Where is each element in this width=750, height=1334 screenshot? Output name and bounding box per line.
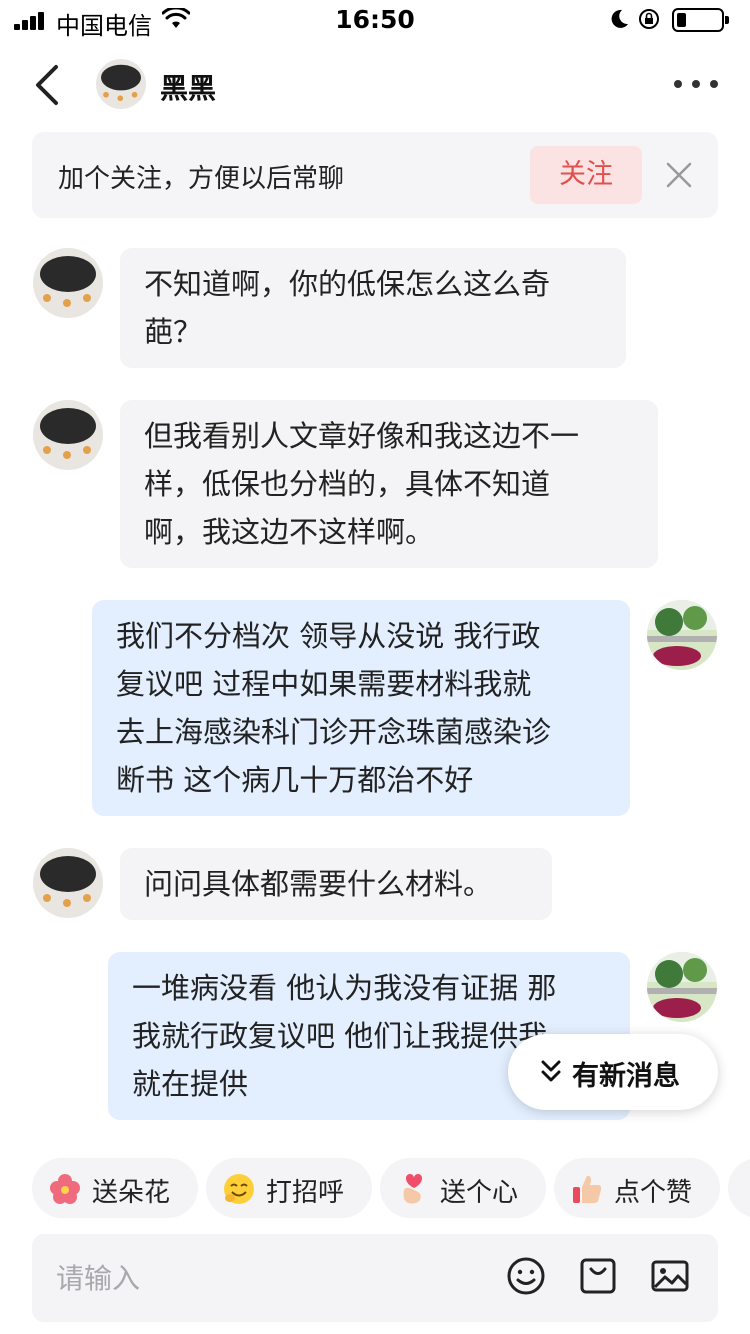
message-line: 啊，我这边不这样啊。 — [144, 515, 435, 549]
message-line: 我们不分档次 领导从没说 我行政 — [116, 619, 541, 653]
message-line: 一堆病没看 他认为我没有证据 那 — [132, 971, 557, 1005]
message-line: 不知道啊，你的低保怎么这么奇 — [144, 267, 551, 301]
message-line: 去上海感染科门诊开念珠菌感染诊 — [116, 715, 552, 749]
message-bubble-sent[interactable]: 我们不分档次 领导从没说 我行政 复议吧 过程中如果需要材料我就 去上海感染科门… — [92, 600, 630, 816]
image-icon[interactable] — [650, 1256, 690, 1296]
contact-name: 黑黑 — [160, 72, 217, 105]
quick-reply-label: 送朵花 — [92, 1178, 171, 1208]
battery-level — [677, 13, 686, 27]
contact-avatar[interactable] — [96, 59, 146, 109]
message-line: 问问具体都需要什么材料。 — [144, 867, 493, 901]
emoji-icon[interactable] — [506, 1256, 546, 1296]
quick-reply-label: 点个赞 — [614, 1178, 693, 1208]
contact-avatar[interactable] — [33, 400, 103, 470]
chevron-left-icon[interactable] — [28, 61, 68, 109]
message-bubble-received[interactable]: 问问具体都需要什么材料。 — [120, 848, 552, 920]
message-line: 复议吧 过程中如果需要材料我就 — [116, 667, 532, 701]
message-input-bar — [32, 1234, 718, 1322]
moon-icon — [611, 9, 628, 28]
quick-reply-like[interactable]: 点个赞 — [554, 1158, 720, 1218]
quick-reply-flower[interactable]: 送朵花 — [32, 1158, 198, 1218]
quick-reply-heart[interactable]: 送个心 — [380, 1158, 546, 1218]
contact-avatar[interactable] — [33, 848, 103, 918]
shopping-bag-icon[interactable] — [578, 1256, 618, 1296]
quick-reply-label: 打招呼 — [266, 1178, 345, 1208]
contact-avatar[interactable] — [33, 248, 103, 318]
flower-icon — [50, 1174, 80, 1204]
rotation-lock-icon — [639, 9, 659, 29]
chat-header: 黑黑 — [0, 45, 750, 125]
finger-heart-icon — [403, 1174, 422, 1204]
new-message-label: 有新消息 — [572, 1061, 680, 1092]
message-line: 但我看别人文章好像和我这边不一 — [144, 419, 580, 453]
battery-icon — [672, 8, 729, 32]
message-input[interactable] — [56, 1254, 356, 1302]
follow-banner: 加个关注，方便以后常聊 关注 — [32, 132, 718, 218]
quick-reply-bar: 送朵花 打招呼 送个心 点个赞 — [0, 1158, 750, 1218]
message-bubble-received[interactable]: 不知道啊，你的低保怎么这么奇 葩？ — [120, 248, 626, 368]
more-horizontal-icon[interactable] — [674, 73, 722, 93]
message-line: 样，低保也分档的，具体不知道 — [144, 467, 551, 501]
quick-reply-label: 送个心 — [440, 1178, 519, 1208]
new-message-button[interactable]: 有新消息 — [508, 1034, 718, 1110]
status-bar: 中国电信 16:50 — [0, 0, 750, 40]
follow-prompt-text: 加个关注，方便以后常聊 — [58, 164, 345, 194]
smile-emoji-icon — [224, 1174, 254, 1204]
thumbs-up-icon — [573, 1175, 602, 1203]
quick-reply-more[interactable] — [728, 1158, 750, 1218]
message-line: 断书 这个病几十万都治不好 — [116, 763, 474, 797]
message-bubble-received[interactable]: 但我看别人文章好像和我这边不一 样，低保也分档的，具体不知道 啊，我这边不这样啊… — [120, 400, 658, 568]
message-line: 葩？ — [144, 315, 203, 349]
double-chevron-down-icon — [541, 1060, 561, 1082]
close-icon[interactable] — [666, 162, 692, 188]
quick-reply-greet[interactable]: 打招呼 — [206, 1158, 372, 1218]
my-avatar[interactable] — [647, 600, 717, 670]
my-avatar[interactable] — [647, 952, 717, 1022]
follow-button[interactable]: 关注 — [530, 146, 642, 204]
